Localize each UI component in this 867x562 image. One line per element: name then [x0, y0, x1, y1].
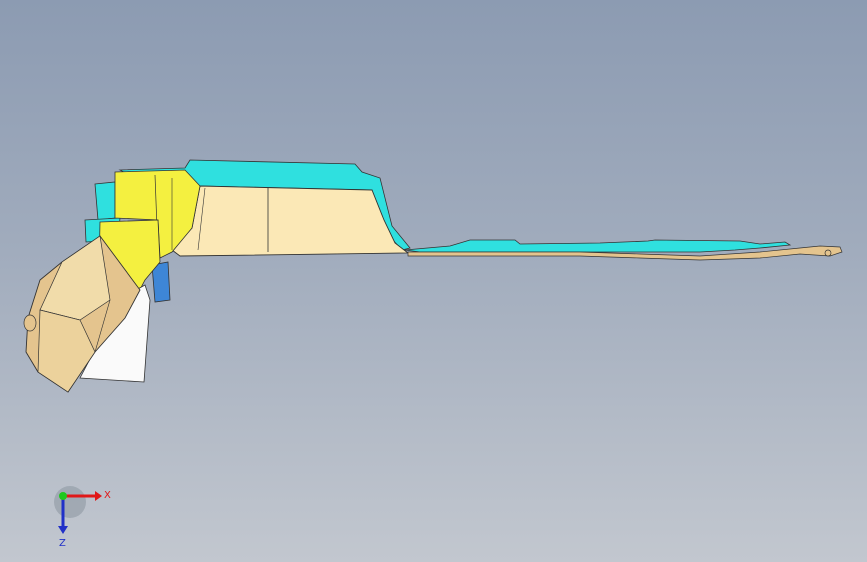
cad-graphics-viewport[interactable]: X Z	[0, 0, 867, 562]
cream-tunnel-body[interactable]	[171, 185, 410, 257]
x-axis-arrowhead	[95, 491, 102, 501]
z-axis-label: Z	[59, 538, 66, 549]
z-axis-arrowhead	[58, 526, 68, 534]
3d-model-view[interactable]	[0, 0, 867, 562]
cyan-left-bracket-top[interactable]	[94, 181, 116, 221]
duct-boss	[23, 314, 37, 332]
end-hole	[824, 249, 832, 257]
cyan-long-flange[interactable]	[404, 239, 792, 253]
x-axis-label: X	[104, 490, 111, 501]
triad-shadow	[54, 486, 86, 518]
y-axis-dot	[59, 492, 67, 500]
axis-triad: X Z	[54, 486, 111, 549]
